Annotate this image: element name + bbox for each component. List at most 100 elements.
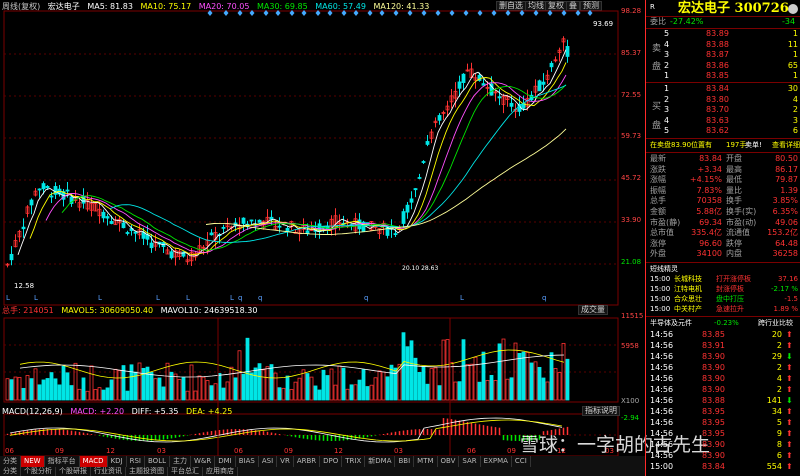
indicator-tab[interactable]: EXPMA	[481, 456, 512, 467]
buy-row[interactable]: 3 83.70 2	[646, 105, 800, 115]
buy-level: 3	[664, 105, 670, 115]
indicator-tab[interactable]: DMI	[215, 456, 236, 467]
sell-row[interactable]: 1 83.85 1	[646, 71, 800, 81]
volume-bar	[441, 339, 446, 401]
indicator-help-button[interactable]: 指标说明	[582, 406, 620, 416]
quote-label: 流通值	[726, 228, 750, 238]
tick-direction-icon: ⬆	[786, 418, 793, 427]
volume-bar	[421, 366, 426, 401]
news-item[interactable]: 15:00 合众思壮 盘中打压 -1.5	[646, 294, 800, 304]
volume-bar	[209, 385, 214, 401]
sell-row[interactable]: 2 83.86 65	[646, 61, 800, 71]
volume-indicator-button[interactable]: 成交量	[578, 305, 608, 315]
volume-bar	[125, 390, 130, 401]
news-time: 15:00	[650, 295, 671, 303]
indicator-tab[interactable]: NEW	[21, 456, 45, 467]
order-alert-text: 在卖盘83.90位置有	[650, 141, 713, 149]
diff-value: DIFF: +5.35	[131, 407, 179, 416]
function-tab[interactable]: 行业资讯	[91, 467, 126, 476]
tick-direction-icon: ⬇	[786, 396, 793, 405]
volume-bar	[389, 364, 394, 401]
settings-icon[interactable]	[788, 4, 798, 14]
volume-axis-label: 5958	[621, 342, 639, 350]
price-axis-label: 59.73	[621, 132, 642, 140]
buy-row[interactable]: 2 83.80 4	[646, 95, 800, 105]
volume-bar	[189, 364, 194, 401]
candle-body	[421, 161, 426, 163]
buy-row[interactable]: 5 83.62 6	[646, 126, 800, 136]
chart-area[interactable]: 周线(复权) 宏达电子 MA5: 81.83 MA10: 75.17 MA20:…	[0, 0, 710, 476]
volume-bar	[429, 368, 434, 401]
candle-body	[81, 196, 86, 204]
indicator-tab[interactable]: SAR	[459, 456, 481, 467]
news-item[interactable]: 15:00 长城科技 打开涨停板 37.16	[646, 274, 800, 284]
indicator-tab[interactable]: ARBR	[294, 456, 321, 467]
function-tab[interactable]: 平台总汇	[168, 467, 203, 476]
volume-bar	[505, 378, 510, 401]
lq-marker: q	[258, 294, 262, 302]
indicator-tab[interactable]: 主力	[170, 456, 191, 467]
indicator-tab[interactable]: DPO	[320, 456, 343, 467]
indicator-tab[interactable]: W&R	[191, 456, 216, 467]
tick-volume: 2	[776, 363, 782, 372]
tick-row: 14:56 83.95 34 ⬆	[646, 407, 800, 417]
function-tab[interactable]: 个股分析	[21, 467, 56, 476]
indicator-tab[interactable]: RSI	[127, 456, 145, 467]
indicator-tab[interactable]: OBV	[438, 456, 460, 467]
mid-annotation: 20.10 28.63	[402, 265, 439, 272]
sell-row[interactable]: 4 83.88 11	[646, 40, 800, 50]
sell-row[interactable]: 3 83.87 1	[646, 50, 800, 60]
candle-body	[549, 62, 554, 68]
candle-body	[121, 222, 126, 229]
news-item[interactable]: 15:00 江特电机 封涨停板 -2.17 %	[646, 284, 800, 294]
tick-time: 14:56	[650, 418, 674, 427]
indicator-tab[interactable]: ASI	[259, 456, 278, 467]
order-detail-link[interactable]: 查看详细	[772, 140, 800, 150]
indicator-tab[interactable]: BIAS	[236, 456, 259, 467]
tick-volume: 5	[776, 418, 782, 427]
indicator-tab[interactable]: BBI	[395, 456, 415, 467]
buy-row[interactable]: 1 83.84 30	[646, 84, 800, 94]
function-tab[interactable]: 分类	[0, 467, 21, 476]
volume-bars	[5, 332, 570, 401]
indicator-tab-bar: 分类 NEW 指标平台 MACD KDJ RSI BOLL 主力 W&R DMI BIAS ASI VR…	[0, 456, 645, 467]
tick-row: 14:56 83.90 6 ⬆	[646, 451, 800, 461]
indicator-tab[interactable]: KDJ	[108, 456, 127, 467]
indicator-tab[interactable]: 分类	[0, 456, 21, 467]
function-tab[interactable]: 主题投资图	[126, 467, 168, 476]
volume-bar	[81, 377, 86, 401]
volume-bar	[313, 385, 318, 401]
volume-bar	[213, 383, 218, 401]
volume-bar	[321, 369, 326, 401]
tick-direction-icon: ⬆	[786, 429, 793, 438]
indicator-tab[interactable]: MTM	[414, 456, 438, 467]
quote-value: 3.85%	[772, 196, 798, 206]
buy-row[interactable]: 4 83.63 3	[646, 116, 800, 126]
indicator-tab[interactable]: 指标平台	[45, 456, 80, 467]
indicator-tab[interactable]: TRIX	[342, 456, 366, 467]
ma-line	[205, 128, 567, 235]
indicator-tab[interactable]: BOLL	[145, 456, 170, 467]
news-item[interactable]: 15:00 中关村产 急速拉升 1.89 %	[646, 304, 800, 314]
function-tab[interactable]: 应用商店	[203, 467, 238, 476]
news-value: 1.89 %	[773, 305, 798, 313]
time-label: 06	[234, 447, 243, 455]
indicator-tab[interactable]: CCI	[512, 456, 531, 467]
volume-bar	[545, 381, 550, 401]
indicator-tab[interactable]: VR	[277, 456, 294, 467]
volume-bar	[173, 373, 178, 401]
quote-label: 换手	[726, 196, 742, 206]
cross-industry-link[interactable]: 跨行业比较	[758, 318, 793, 328]
sell-row[interactable]: 5 83.89 1	[646, 29, 800, 39]
function-tab[interactable]: 个股研报	[56, 467, 91, 476]
sector-name[interactable]: 半导体及元件	[650, 318, 692, 328]
news-title[interactable]: 短线精灵	[650, 264, 678, 274]
candle-body	[149, 242, 154, 249]
indicator-tab[interactable]: 新DMA	[365, 456, 396, 467]
kline-svg: LLLLLLqqqLq	[3, 10, 619, 456]
indicator-tab[interactable]: MACD	[79, 456, 108, 467]
sell-price: 83.89	[706, 29, 729, 38]
volume-bar	[113, 368, 118, 401]
quote-value: 96.60	[699, 238, 722, 248]
volume-bar	[285, 375, 290, 401]
